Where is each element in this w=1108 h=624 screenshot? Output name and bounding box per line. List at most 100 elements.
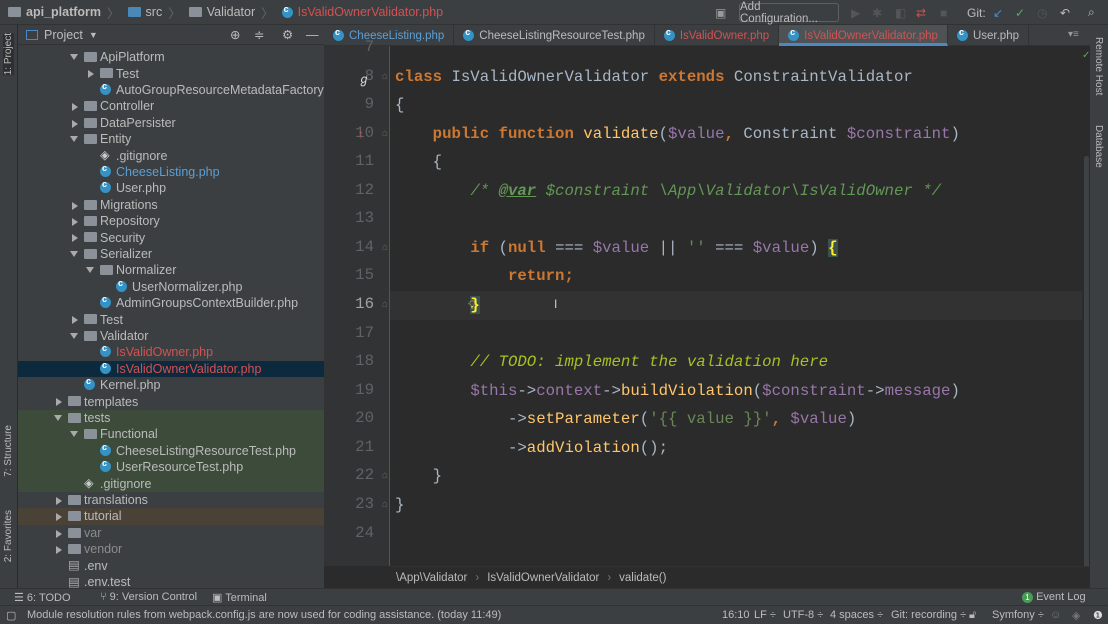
chevron-right-icon[interactable] <box>56 529 62 538</box>
chevron-down-icon[interactable] <box>70 332 78 339</box>
tree-item[interactable]: templates <box>18 393 324 409</box>
fold-icon[interactable]: ⌂ <box>382 71 388 82</box>
tree-item[interactable]: Serializer <box>18 246 324 262</box>
tree-item[interactable]: translations <box>18 492 324 508</box>
lock-icon[interactable]: 🔓︎ <box>969 609 976 622</box>
crumb-src[interactable]: src 〉 <box>127 3 181 22</box>
attach-icon[interactable]: ⇄ <box>916 3 926 22</box>
fold-icon[interactable]: ⌂ <box>382 128 388 139</box>
tree-item[interactable]: Normalizer <box>18 262 324 278</box>
chevron-down-icon[interactable]: ▼ <box>89 30 98 40</box>
code-line[interactable]: // TODO: implement the validation here <box>395 348 828 377</box>
editor-tab[interactable]: CheeseListingResourceTest.php <box>454 25 655 46</box>
lightbulb-icon[interactable]: 💡︎ <box>468 298 476 313</box>
locate-icon[interactable]: ⊕ <box>230 27 240 42</box>
stop-icon[interactable]: ■ <box>940 3 947 22</box>
chevron-down-icon[interactable] <box>70 431 78 438</box>
toggle-tool-windows-icon[interactable]: ▢ <box>6 609 16 622</box>
tree-item[interactable]: IsValidOwner.php <box>18 343 324 360</box>
tree-item[interactable]: Test <box>18 311 324 327</box>
code-line[interactable]: public function validate($value, Constra… <box>395 120 960 149</box>
framework-selector[interactable]: Symfony ÷ <box>992 609 1044 621</box>
structure-tool-button[interactable]: 7: Structure <box>3 425 14 477</box>
git-commit-icon[interactable]: ✓ <box>1015 3 1025 22</box>
event-log-button[interactable]: 1 Event Log <box>1022 591 1086 603</box>
tree-item[interactable]: ▤ .env <box>18 557 324 573</box>
chevron-right-icon[interactable] <box>56 546 62 554</box>
tree-item[interactable]: CheeseListing.php <box>18 163 324 180</box>
code-line[interactable]: } <box>395 462 442 491</box>
tree-item[interactable]: ◈ .gitignore <box>18 147 324 163</box>
breadcrumb-method[interactable]: validate() <box>619 572 666 584</box>
editor-tab[interactable]: User.php <box>948 25 1029 46</box>
collapse-all-icon[interactable]: ≑ <box>254 27 264 42</box>
override-icon[interactable]: ↑ <box>358 127 364 141</box>
git-branch[interactable]: Git: recording ÷ <box>891 609 966 621</box>
tree-item[interactable]: AutoGroupResourceMetadataFactory.php <box>18 81 324 98</box>
code-editor[interactable]: class IsValidOwnerValidator extends Cons… <box>390 46 1082 566</box>
tree-item[interactable]: DataPersister <box>18 115 324 131</box>
code-line[interactable]: } <box>395 491 404 520</box>
tab-list-icon[interactable]: ▾≡ <box>1068 29 1079 40</box>
chevron-right-icon[interactable] <box>56 513 62 522</box>
favorites-tool-button[interactable]: 2: Favorites <box>3 510 14 562</box>
code-line[interactable]: ->setParameter('{{ value }}', $value) <box>395 405 856 434</box>
tree-item[interactable]: UserResourceTest.php <box>18 458 324 476</box>
fold-icon[interactable]: ⌂ <box>382 470 388 481</box>
line-separator[interactable]: LF ÷ <box>754 609 776 621</box>
tree-item[interactable]: UserNormalizer.php <box>18 278 324 295</box>
database-tool-button[interactable]: Database <box>1093 125 1104 168</box>
git-update-icon[interactable]: ↙ <box>993 3 1003 22</box>
chevron-right-icon[interactable] <box>88 70 94 79</box>
code-line[interactable]: return; <box>395 262 574 291</box>
tree-item[interactable]: Kernel.php <box>18 376 324 393</box>
editor-scrollbar[interactable]: ✓ <box>1082 46 1090 576</box>
tree-item[interactable]: ApiPlatform <box>18 49 324 65</box>
class-marker-icon[interactable]: ℊ <box>358 70 370 87</box>
chevron-right-icon[interactable] <box>72 201 78 210</box>
chevron-right-icon[interactable] <box>72 103 78 112</box>
code-line[interactable]: { <box>395 148 442 177</box>
chevron-right-icon[interactable] <box>72 119 78 128</box>
project-tool-button[interactable]: 1: Project <box>3 33 14 76</box>
code-line[interactable]: { <box>395 91 404 120</box>
editor-tab[interactable]: IsValidOwnerValidator.php <box>779 25 948 46</box>
fold-icon[interactable]: ⌂ <box>382 299 388 310</box>
debug-icon[interactable]: ✱ <box>872 3 882 22</box>
editor-tab[interactable]: IsValidOwner.php <box>655 25 780 46</box>
tree-item[interactable]: User.php <box>18 179 324 196</box>
tree-item[interactable]: Repository <box>18 213 324 229</box>
tree-item[interactable]: vendor <box>18 541 324 557</box>
version-control-tool-button[interactable]: ⑂ 9: Version Control <box>100 591 197 603</box>
crumb-validator[interactable]: Validator 〉 <box>188 3 274 22</box>
revert-icon[interactable]: ↶ <box>1060 3 1070 22</box>
memory-icon[interactable]: ◈ <box>1072 609 1080 622</box>
hide-icon[interactable]: — <box>306 28 319 42</box>
tree-item[interactable]: Validator <box>18 328 324 344</box>
status-message[interactable]: Module resolution rules from webpack.con… <box>27 609 501 621</box>
tree-item[interactable]: AdminGroupsContextBuilder.php <box>18 294 324 311</box>
tree-item[interactable]: tests <box>18 409 324 427</box>
breadcrumb-class[interactable]: IsValidOwnerValidator <box>487 572 599 584</box>
tree-item[interactable]: CheeseListingResourceTest.php <box>18 442 324 459</box>
git-history-icon[interactable]: ◷ <box>1037 3 1047 22</box>
chevron-down-icon[interactable] <box>86 267 94 274</box>
chevron-right-icon[interactable] <box>56 398 62 407</box>
code-line[interactable]: /* @var $constraint \App\Validator\IsVal… <box>395 177 941 206</box>
search-icon[interactable]: ⌕ <box>1088 3 1095 22</box>
remote-host-tool-button[interactable]: Remote Host <box>1093 37 1104 95</box>
run-icon[interactable]: ▶ <box>851 3 860 22</box>
coverage-icon[interactable]: ◧ <box>895 3 906 22</box>
crumb-file[interactable]: IsValidOwnerValidator.php <box>281 4 443 19</box>
code-line[interactable]: ->addViolation(); <box>395 434 668 463</box>
gear-icon[interactable]: ⚙ <box>282 27 293 42</box>
breadcrumb-namespace[interactable]: \App\Validator <box>396 572 467 584</box>
terminal-window-icon[interactable]: ▣ <box>715 3 726 22</box>
fold-icon[interactable]: ⌂ <box>382 499 388 510</box>
tree-item[interactable]: var <box>18 525 324 541</box>
crumb-project[interactable]: api_platform 〉 <box>8 3 120 22</box>
notifications-icon[interactable]: ❶ <box>1093 609 1103 622</box>
tree-item[interactable]: Controller <box>18 98 324 114</box>
fold-icon[interactable]: ⌂ <box>382 242 388 253</box>
chevron-down-icon[interactable] <box>70 250 78 257</box>
